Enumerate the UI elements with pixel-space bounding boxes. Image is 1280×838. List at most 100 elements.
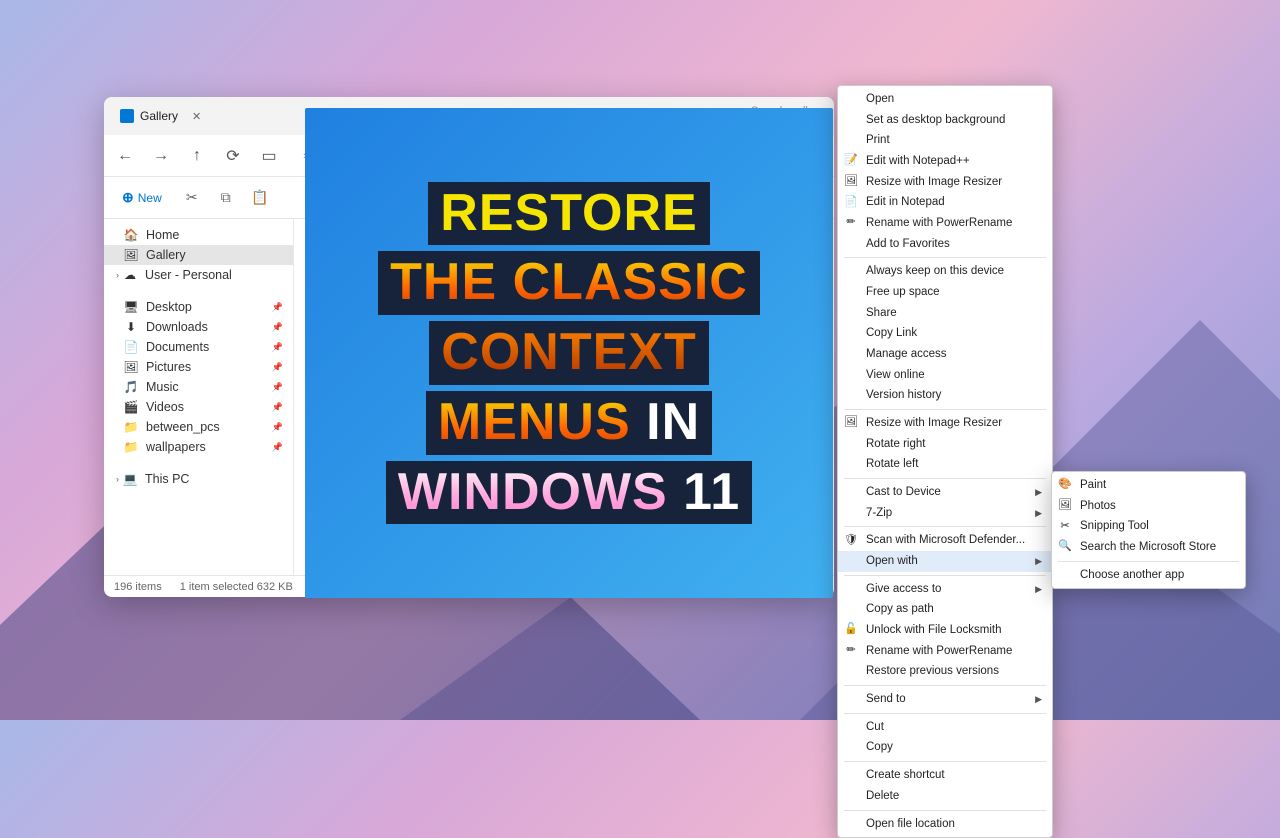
menu-item-copy-link[interactable]: Copy Link <box>838 323 1052 344</box>
sidebar-item-user---personal[interactable]: ›☁User - Personal <box>104 265 293 285</box>
new-label: New <box>138 191 162 205</box>
menu-item-share[interactable]: Share <box>838 303 1052 324</box>
sidebar-item-label: Documents <box>146 340 209 354</box>
submenu-item-choose-another-app[interactable]: Choose another app <box>1052 565 1245 586</box>
submenu-item-photos[interactable]: 🖼Photos <box>1052 496 1245 517</box>
menu-item-view-online[interactable]: View online <box>838 365 1052 386</box>
menu-item-give-access-to[interactable]: Give access to▶ <box>838 579 1052 600</box>
menu-label: Manage access <box>866 346 947 363</box>
sidebar-item-documents[interactable]: 📄Documents📌 <box>104 337 293 357</box>
overlay-line1: RESTORE <box>440 184 697 242</box>
menu-label: Copy as path <box>866 601 934 618</box>
menu-item-rotate-right[interactable]: Rotate right <box>838 434 1052 455</box>
menu-icon: 📝 <box>844 154 858 168</box>
folder-icon: 🎵 <box>124 380 138 394</box>
submenu-arrow-icon: ▶ <box>1035 583 1042 596</box>
menu-item-resize-with-image-resizer[interactable]: 🖼Resize with Image Resizer <box>838 413 1052 434</box>
sidebar-item-music[interactable]: 🎵Music📌 <box>104 377 293 397</box>
menu-item-edit-in-notepad[interactable]: 📄Edit in Notepad <box>838 192 1052 213</box>
menu-item-resize-with-image-resizer[interactable]: 🖼Resize with Image Resizer <box>838 172 1052 193</box>
sidebar-item-label: Downloads <box>146 320 208 334</box>
sidebar-item-pictures[interactable]: 🖼Pictures📌 <box>104 357 293 377</box>
menu-item-manage-access[interactable]: Manage access <box>838 344 1052 365</box>
menu-item-unlock-with-file-locksmith[interactable]: 🔓Unlock with File Locksmith <box>838 620 1052 641</box>
submenu-label: Snipping Tool <box>1080 518 1149 535</box>
submenu-item-search-the-microsoft-store[interactable]: 🔍Search the Microsoft Store <box>1052 537 1245 558</box>
paste-icon[interactable]: 📋 <box>250 188 270 208</box>
menu-item-print[interactable]: Print <box>838 130 1052 151</box>
menu-item-open[interactable]: Open <box>838 89 1052 110</box>
tab-label: Gallery <box>140 109 178 123</box>
menu-item-restore-previous-versions[interactable]: Restore previous versions <box>838 661 1052 682</box>
submenu-label: Search the Microsoft Store <box>1080 539 1216 556</box>
submenu-arrow-icon: ▶ <box>1035 486 1042 499</box>
folder-icon: 💻 <box>123 472 137 486</box>
context-menu[interactable]: Open Set as desktop backgroundPrint📝Edit … <box>837 85 1053 838</box>
sidebar-item-wallpapers[interactable]: 📁wallpapers📌 <box>104 437 293 457</box>
new-button[interactable]: ⊕ New <box>116 187 168 208</box>
sidebar-item-videos[interactable]: 🎬Videos📌 <box>104 397 293 417</box>
menu-item-rename-with-powerrename[interactable]: ✏Rename with PowerRename <box>838 641 1052 662</box>
sidebar-item-home[interactable]: 🏠Home <box>104 225 293 245</box>
menu-item-rename-with-powerrename[interactable]: ✏Rename with PowerRename <box>838 213 1052 234</box>
menu-item-send-to[interactable]: Send to▶ <box>838 689 1052 710</box>
sidebar: 🏠Home🖼Gallery›☁User - Personal 🖥Desktop📌 ⬇… <box>104 219 294 575</box>
menu-label: View online <box>866 367 925 384</box>
address-icon[interactable]: ▭ <box>260 147 278 165</box>
folder-icon: ⬇ <box>124 320 138 334</box>
submenu-label: Paint <box>1080 477 1106 494</box>
sidebar-item-gallery[interactable]: 🖼Gallery <box>104 245 293 265</box>
menu-item-free-up-space[interactable]: Free up space <box>838 282 1052 303</box>
menu-item-set-as-desktop-background[interactable]: Set as desktop background <box>838 110 1052 131</box>
folder-icon: 📄 <box>124 340 138 354</box>
overlay-line4a: MENUS <box>438 393 631 451</box>
open-with-submenu[interactable]: 🎨Paint🖼Photos✂Snipping Tool🔍Search the M… <box>1051 471 1246 589</box>
menu-item-rotate-left[interactable]: Rotate left <box>838 454 1052 475</box>
overlay-line3: CONTEXT <box>441 323 696 381</box>
menu-item-add-to-favorites[interactable]: Add to Favorites <box>838 234 1052 255</box>
menu-item-edit-with-notepad-[interactable]: 📝Edit with Notepad++ <box>838 151 1052 172</box>
plus-icon: ⊕ <box>122 189 134 206</box>
menu-item-7-zip[interactable]: 7-Zip▶ <box>838 503 1052 524</box>
submenu-item-snipping-tool[interactable]: ✂Snipping Tool <box>1052 516 1245 537</box>
menu-item-always-keep-on-this-device[interactable]: Always keep on this device <box>838 261 1052 282</box>
sidebar-item-between_pcs[interactable]: 📁between_pcs📌 <box>104 417 293 437</box>
submenu-item-paint[interactable]: 🎨Paint <box>1052 475 1245 496</box>
sidebar-item-downloads[interactable]: ⬇Downloads📌 <box>104 317 293 337</box>
forward-button[interactable]: → <box>152 147 170 165</box>
menu-item-version-history[interactable]: Version history <box>838 385 1052 406</box>
sidebar-item-this-pc[interactable]: ›💻This PC <box>104 469 293 489</box>
back-button[interactable]: ← <box>116 147 134 165</box>
close-icon[interactable]: ✕ <box>192 110 201 123</box>
folder-icon: 📁 <box>124 420 138 434</box>
menu-item-copy[interactable]: Copy <box>838 737 1052 758</box>
overlay-line5b: 11 <box>683 463 740 521</box>
sidebar-item-label: Desktop <box>146 300 192 314</box>
menu-item-open-file-location[interactable]: Open file location <box>838 814 1052 835</box>
menu-item-copy-as-path[interactable]: Copy as path <box>838 599 1052 620</box>
folder-icon: 📁 <box>124 440 138 454</box>
copy-icon[interactable]: ⧉ <box>216 188 236 208</box>
sidebar-item-desktop[interactable]: 🖥Desktop📌 <box>104 297 293 317</box>
menu-item-create-shortcut[interactable]: Create shortcut <box>838 765 1052 786</box>
up-button[interactable]: ↑ <box>188 147 206 165</box>
app-icon: 🖼 <box>1058 499 1072 513</box>
tab-gallery[interactable]: Gallery ✕ <box>112 105 209 127</box>
menu-label: Restore previous versions <box>866 663 999 680</box>
sidebar-item-label: between_pcs <box>146 420 220 434</box>
menu-item-delete[interactable]: Delete <box>838 786 1052 807</box>
menu-label: Unlock with File Locksmith <box>866 622 1001 639</box>
sidebar-item-label: Pictures <box>146 360 191 374</box>
menu-item-cast-to-device[interactable]: Cast to Device▶ <box>838 482 1052 503</box>
menu-label: Delete <box>866 788 899 805</box>
refresh-button[interactable]: ⟳ <box>224 147 242 165</box>
menu-label: Set as desktop background <box>866 112 1005 129</box>
menu-item-scan-with-microsoft-defender-[interactable]: 🛡Scan with Microsoft Defender... <box>838 530 1052 551</box>
menu-item-open-with[interactable]: Open with▶ <box>838 551 1052 572</box>
folder-icon: 🖼 <box>124 360 138 374</box>
cut-icon[interactable]: ✂ <box>182 188 202 208</box>
menu-label: Open <box>866 91 894 108</box>
menu-label: Add to Favorites <box>866 236 950 253</box>
menu-label: Copy <box>866 739 893 756</box>
status-items: 196 items <box>114 581 162 593</box>
